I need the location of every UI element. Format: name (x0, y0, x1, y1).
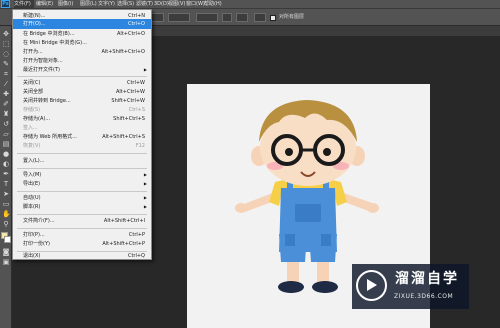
submenu-arrow-icon: ▶ (143, 181, 147, 186)
zoom-tool-icon[interactable]: ⚲ (2, 220, 10, 228)
submenu-arrow-icon: ▶ (143, 67, 147, 72)
menu-separator (17, 228, 147, 229)
brush-tool-icon[interactable]: ✐ (2, 100, 10, 108)
hand-tool-icon[interactable]: ✋ (2, 210, 11, 218)
menu-item-print-one-copy[interactable]: 打印一份(Y) Alt+Shift+Ctrl+P (13, 239, 151, 249)
menu-separator (17, 191, 147, 192)
crop-tool-icon[interactable]: ⌗ (2, 70, 10, 78)
menu-item-file-info[interactable]: 文件简介(F)... Alt+Shift+Ctrl+I (13, 216, 151, 226)
menu-select[interactable]: 选择(S) (117, 0, 137, 9)
menu-item-revert[interactable]: 恢复(V) F12 (13, 141, 151, 151)
menu-view[interactable]: 视图(V) (168, 0, 188, 9)
clone-stamp-tool-icon[interactable]: ♜ (2, 110, 10, 118)
history-brush-tool-icon[interactable]: ↺ (2, 120, 10, 128)
healing-brush-tool-icon[interactable]: ✚ (2, 90, 10, 98)
blur-tool-icon[interactable]: ● (2, 150, 10, 158)
pen-tool-icon[interactable]: ✒ (2, 170, 10, 178)
menu-item-place[interactable]: 置入(L)... (13, 156, 151, 166)
menu-item-exit[interactable]: 退出(X) Ctrl+Q (13, 251, 151, 261)
menu-separator (17, 214, 147, 215)
submenu-arrow-icon: ▶ (143, 204, 147, 209)
menu-layer[interactable]: 图层(L) (80, 0, 100, 9)
file-menu-dropdown: 新建(N)... Ctrl+N 打开(O)... Ctrl+O 在 Bridge 中… (12, 9, 152, 260)
tools-panel: ✥ ⬚ ◌ ✎ ⌗ ⁄ ✚ ✐ ♜ ↺ ▱ ▤ ● ◐ ✒ T ➤ ▭ ✋ ⚲ … (0, 26, 12, 328)
path-select-tool-icon[interactable]: ➤ (2, 190, 10, 198)
screen-mode-icon[interactable]: ▣ (2, 258, 10, 266)
sample-all-layers-checkbox[interactable] (270, 15, 276, 21)
quick-mask-icon[interactable]: ◙ (2, 248, 10, 256)
menu-item-scripts[interactable]: 脚本(R) ▶ (13, 202, 151, 212)
watermark-play-icon (367, 279, 377, 291)
type-tool-icon[interactable]: T (2, 180, 10, 188)
option-field[interactable] (150, 13, 164, 22)
option-field[interactable] (222, 13, 232, 22)
option-field[interactable] (168, 13, 190, 22)
move-tool-icon[interactable]: ✥ (2, 30, 10, 38)
background-color-swatch[interactable] (4, 236, 11, 243)
photoshop-window: Ps 文件(F) 编辑(E) 图像(I) 图层(L) 文字(Y) 选择(S) 滤… (0, 0, 500, 328)
menu-separator (17, 153, 147, 154)
menu-separator (17, 76, 147, 77)
menu-image[interactable]: 图像(I) (58, 0, 78, 9)
eraser-tool-icon[interactable]: ▱ (2, 130, 10, 138)
menu-help[interactable]: 帮助(H) (204, 0, 224, 9)
menu-edit[interactable]: 编辑(E) (36, 0, 56, 9)
photoshop-logo: Ps (1, 0, 10, 8)
watermark-title: 溜溜自学 (395, 271, 459, 287)
menu-window[interactable]: 窗口(W) (186, 0, 206, 9)
shape-tool-icon[interactable]: ▭ (2, 200, 10, 208)
menu-item-recent-files[interactable]: 最近打开文件(T) ▶ (13, 65, 151, 75)
menu-filter[interactable]: 滤镜(T) (136, 0, 156, 9)
option-field[interactable] (196, 13, 218, 22)
lasso-tool-icon[interactable]: ◌ (2, 50, 10, 58)
gradient-tool-icon[interactable]: ▤ (2, 140, 10, 148)
quick-select-tool-icon[interactable]: ✎ (2, 60, 10, 68)
option-field[interactable] (254, 13, 266, 22)
menu-type[interactable]: 文字(Y) (98, 0, 118, 9)
menu-bar: Ps 文件(F) 编辑(E) 图像(I) 图层(L) 文字(Y) 选择(S) 滤… (0, 0, 500, 9)
option-field[interactable] (236, 13, 248, 22)
dodge-tool-icon[interactable]: ◐ (2, 160, 10, 168)
sample-all-layers-label: 对所有图层 (279, 14, 305, 20)
eyedropper-tool-icon[interactable]: ⁄ (2, 80, 10, 88)
menu-item-export[interactable]: 导出(E) ▶ (13, 179, 151, 189)
marquee-tool-icon[interactable]: ⬚ (2, 40, 10, 48)
menu-file[interactable]: 文件(F) (14, 0, 34, 9)
menu-separator (17, 168, 147, 169)
menu-item-open[interactable]: 打开(O)... Ctrl+O (13, 19, 151, 29)
watermark-url: ZIXUE.3D66.COM (394, 293, 454, 300)
